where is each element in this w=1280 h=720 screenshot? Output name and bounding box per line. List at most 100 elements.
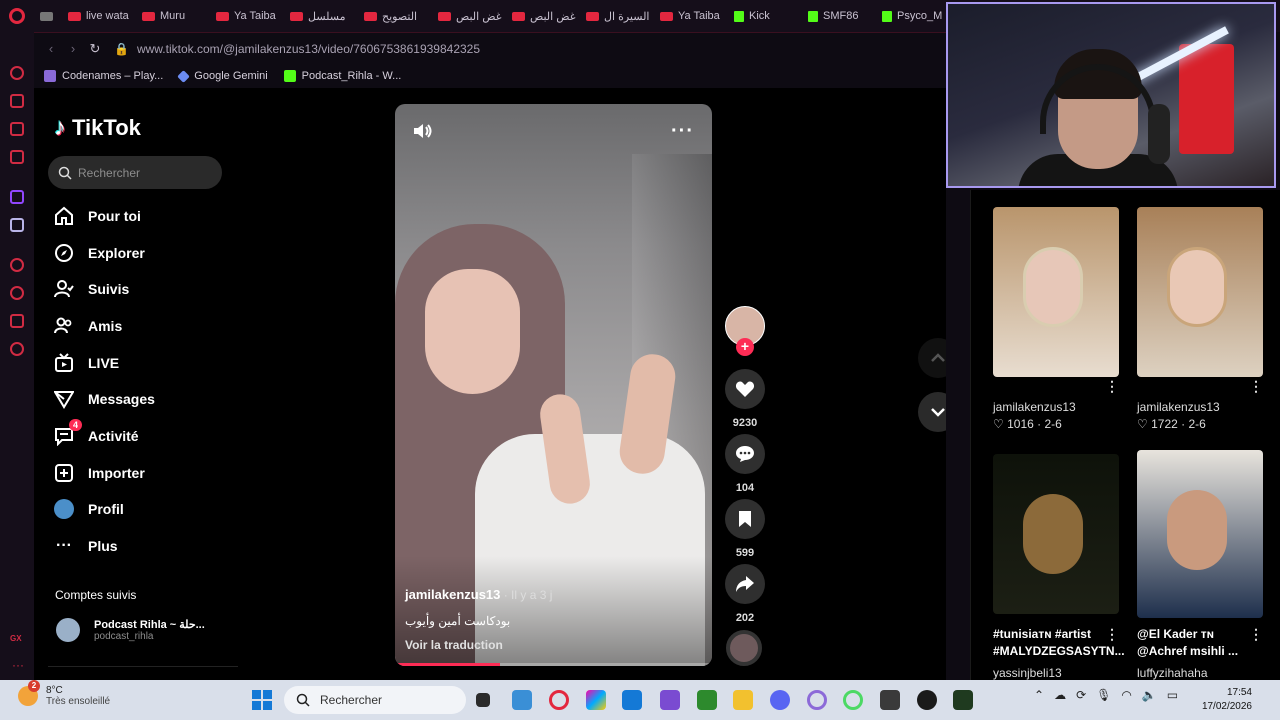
tab-8[interactable]: السيرة ال: [576, 4, 650, 28]
nav-suivis[interactable]: Suivis: [54, 279, 129, 299]
back-button[interactable]: ‹: [40, 41, 62, 56]
search-box[interactable]: [48, 156, 222, 189]
url-field[interactable]: www.tiktok.com/@jamilakenzus13/video/760…: [137, 42, 480, 56]
related-author[interactable]: yassinjbeli13: [993, 666, 1062, 680]
history-icon[interactable]: [10, 286, 24, 300]
related-more-icon[interactable]: ⋮: [1105, 378, 1119, 395]
related-title[interactable]: @El Kader ᴛɴ @Achref msihli ...: [1137, 626, 1257, 660]
twitch-icon[interactable]: [10, 190, 24, 204]
related-video-thumb-4[interactable]: [1137, 450, 1263, 618]
clock[interactable]: 17:54 17/02/2026: [1202, 686, 1252, 714]
tab-0[interactable]: [34, 4, 58, 28]
volume-icon[interactable]: 🔈: [1142, 688, 1157, 702]
follow-plus-button[interactable]: +: [736, 338, 754, 356]
save-button[interactable]: 599: [725, 499, 765, 559]
more-options-icon[interactable]: ···: [671, 120, 694, 143]
task-view-icon[interactable]: [476, 693, 490, 707]
related-title[interactable]: #tunisiaᴛɴ #artist #MALYDZEGSASYTN...: [993, 626, 1125, 660]
tab-3[interactable]: Ya Taiba: [206, 4, 280, 28]
file-explorer-icon[interactable]: [733, 690, 753, 710]
tab-7[interactable]: غض البص: [502, 4, 576, 28]
sync-icon[interactable]: ⟳: [1076, 688, 1086, 702]
author-name[interactable]: jamilakenzus13: [405, 587, 500, 602]
next-video-button[interactable]: [918, 392, 946, 432]
store-icon[interactable]: [622, 690, 642, 710]
tab-2[interactable]: Muru: [132, 4, 206, 28]
nav-importer[interactable]: Importer: [54, 463, 145, 483]
opera-green-icon[interactable]: [843, 690, 863, 710]
more-dots-icon[interactable]: ···: [12, 658, 24, 672]
tab-9[interactable]: Ya Taiba: [650, 4, 724, 28]
see-translation-link[interactable]: Voir la traduction: [405, 638, 503, 652]
share-button[interactable]: 202: [725, 564, 765, 624]
opera-gx-icon[interactable]: [549, 690, 569, 710]
forward-button[interactable]: ›: [62, 41, 84, 56]
mic-icon[interactable]: 🎙: [1096, 688, 1111, 702]
opera-icon[interactable]: [807, 690, 827, 710]
bookmark-gemini[interactable]: Google Gemini: [177, 69, 268, 83]
volume-icon[interactable]: [413, 122, 433, 140]
video-progress-bar[interactable]: [395, 663, 712, 666]
gx-corner-icon[interactable]: [10, 150, 24, 164]
related-video-thumb-1[interactable]: [993, 207, 1119, 377]
tab-4[interactable]: مسلسل: [280, 4, 354, 28]
copilot-icon[interactable]: [586, 690, 606, 710]
discord-icon[interactable]: [770, 690, 790, 710]
bookmark-codenames[interactable]: Codenames – Play...: [44, 70, 163, 82]
tab-12[interactable]: Psyco_M: [872, 4, 946, 28]
nav-activite[interactable]: 4 Activité: [54, 419, 139, 446]
reload-button[interactable]: ↻: [84, 41, 106, 57]
previous-video-button[interactable]: [918, 338, 946, 378]
sound-disc[interactable]: [726, 630, 762, 666]
search-input[interactable]: [78, 165, 208, 180]
bookmark-podcast-rihla[interactable]: Podcast_Rihla - W...: [283, 70, 401, 82]
gx-icon[interactable]: GX: [10, 634, 22, 643]
related-author[interactable]: luffyzihahaha: [1137, 666, 1208, 680]
start-button[interactable]: [252, 690, 272, 710]
taskbar-search[interactable]: Rechercher: [284, 686, 466, 714]
widgets-app-icon[interactable]: [512, 690, 532, 710]
nav-explorer[interactable]: Explorer: [54, 243, 145, 263]
app-icon[interactable]: [880, 690, 900, 710]
tiktok-logo[interactable]: ♪ TikTok: [54, 114, 141, 142]
like-button[interactable]: 9230: [725, 369, 765, 429]
nav-plus[interactable]: ··· Plus: [54, 536, 118, 556]
related-more-icon[interactable]: ⋮: [1249, 378, 1263, 395]
video-author[interactable]: jamilakenzus13 · Il y a 3 j: [405, 587, 552, 602]
related-more-icon[interactable]: ⋮: [1105, 626, 1119, 643]
terminal-icon[interactable]: [953, 690, 973, 710]
discord-icon[interactable]: [10, 218, 24, 232]
nav-amis[interactable]: Amis: [54, 316, 122, 336]
nav-messages[interactable]: Messages: [54, 389, 155, 409]
followed-account[interactable]: Podcast Rihla ~ حلة... podcast_rihla: [56, 618, 205, 642]
weather-widget[interactable]: 2 8°C Très ensoleillé: [18, 680, 110, 707]
xbox-icon[interactable]: [697, 690, 717, 710]
tab-11[interactable]: SMF86: [798, 4, 872, 28]
tab-6[interactable]: غض البص: [428, 4, 502, 28]
related-author[interactable]: jamilakenzus13: [1137, 400, 1220, 414]
tab-5[interactable]: التصويح: [354, 4, 428, 28]
related-more-icon[interactable]: ⋮: [1249, 626, 1263, 643]
speed-dial-icon[interactable]: [10, 66, 24, 80]
wifi-icon[interactable]: ◠: [1121, 688, 1131, 702]
battery-icon[interactable]: ▭: [1167, 688, 1178, 702]
chevron-up-icon[interactable]: ⌃: [1034, 688, 1044, 702]
related-video-thumb-3[interactable]: [993, 454, 1119, 614]
comment-button[interactable]: 104: [725, 434, 765, 494]
nav-pour-toi[interactable]: Pour toi: [54, 206, 141, 226]
opera-logo-icon[interactable]: [0, 0, 34, 32]
nav-live[interactable]: LIVE: [54, 353, 119, 373]
extensions-icon[interactable]: [10, 314, 24, 328]
app-icon[interactable]: [660, 690, 680, 710]
cloud-icon[interactable]: ☁: [1054, 688, 1066, 702]
obs-icon[interactable]: [917, 690, 937, 710]
nav-profil[interactable]: Profil: [54, 499, 124, 519]
tab-1[interactable]: live wata: [58, 4, 132, 28]
player-icon[interactable]: [10, 258, 24, 272]
settings-gear-icon[interactable]: [10, 342, 24, 356]
related-video-thumb-2[interactable]: [1137, 207, 1263, 377]
video-player[interactable]: ··· jamilakenzus13 · Il y a 3 j بودكاست …: [395, 104, 712, 666]
crypto-wallet-icon[interactable]: [10, 94, 24, 108]
related-author[interactable]: jamilakenzus13: [993, 400, 1076, 414]
tab-10[interactable]: Kick: [724, 4, 798, 28]
